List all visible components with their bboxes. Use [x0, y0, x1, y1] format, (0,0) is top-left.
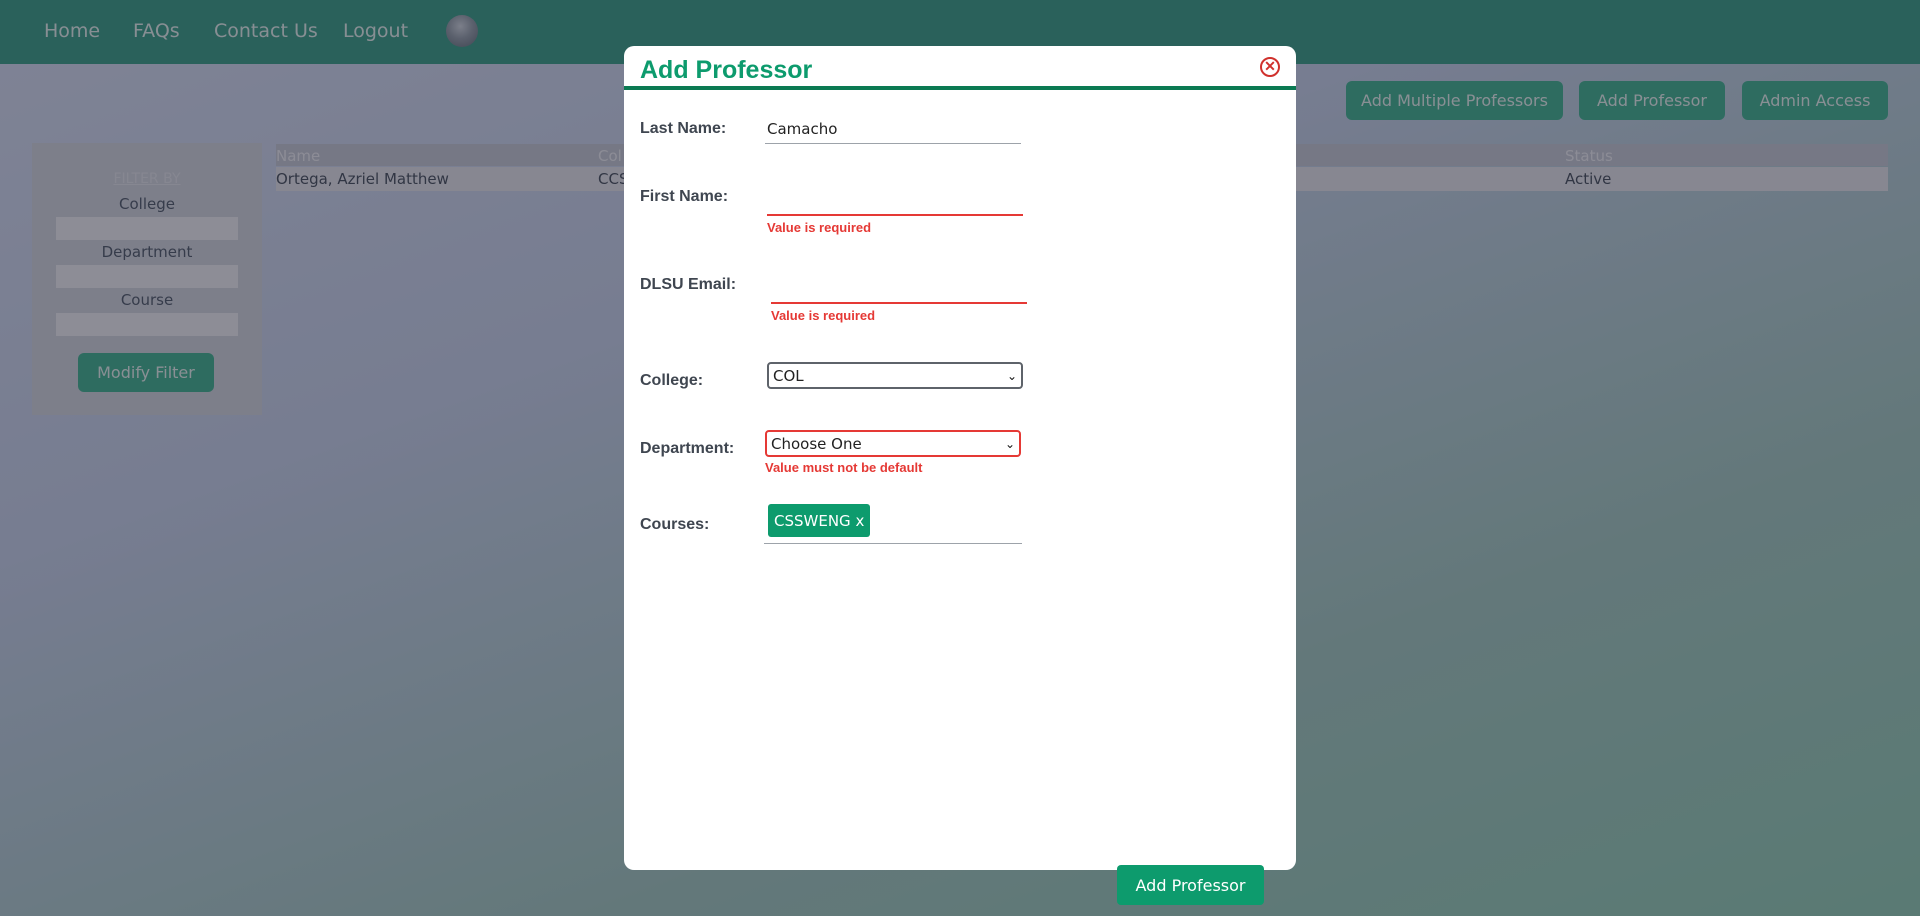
college-select[interactable]: COL ⌄: [767, 362, 1023, 389]
add-professor-submit-button[interactable]: Add Professor: [1117, 865, 1264, 905]
course-chip[interactable]: CSSWENG x: [768, 504, 871, 537]
chevron-down-icon: ⌄: [1006, 368, 1017, 383]
modal-title: Add Professor: [640, 56, 813, 84]
department-label: Department:: [640, 440, 735, 457]
courses-field[interactable]: CSSWENG x: [764, 500, 1022, 544]
college-label: College:: [640, 372, 704, 389]
email-label: DLSU Email:: [640, 276, 737, 293]
last-name-field[interactable]: [765, 114, 1021, 144]
college-select-value: COL: [773, 366, 804, 385]
last-name-label: Last Name:: [640, 120, 727, 137]
department-select[interactable]: Choose One ⌄: [765, 430, 1021, 457]
email-error: Value is required: [771, 308, 876, 323]
course-chip-label: CSSWENG x: [774, 511, 865, 530]
first-name-field[interactable]: [767, 186, 1023, 216]
title-divider: [624, 86, 1296, 90]
department-error: Value must not be default: [765, 460, 923, 475]
add-professor-modal: Add Professor ✕ Last Name: First Name: V…: [624, 46, 1296, 870]
courses-label: Courses:: [640, 516, 710, 533]
close-icon[interactable]: ✕: [1260, 57, 1280, 77]
first-name-error: Value is required: [767, 220, 872, 235]
first-name-label: First Name:: [640, 188, 729, 205]
chevron-down-icon: ⌄: [1004, 436, 1015, 451]
department-select-value: Choose One: [771, 434, 862, 453]
email-field[interactable]: [771, 274, 1027, 304]
